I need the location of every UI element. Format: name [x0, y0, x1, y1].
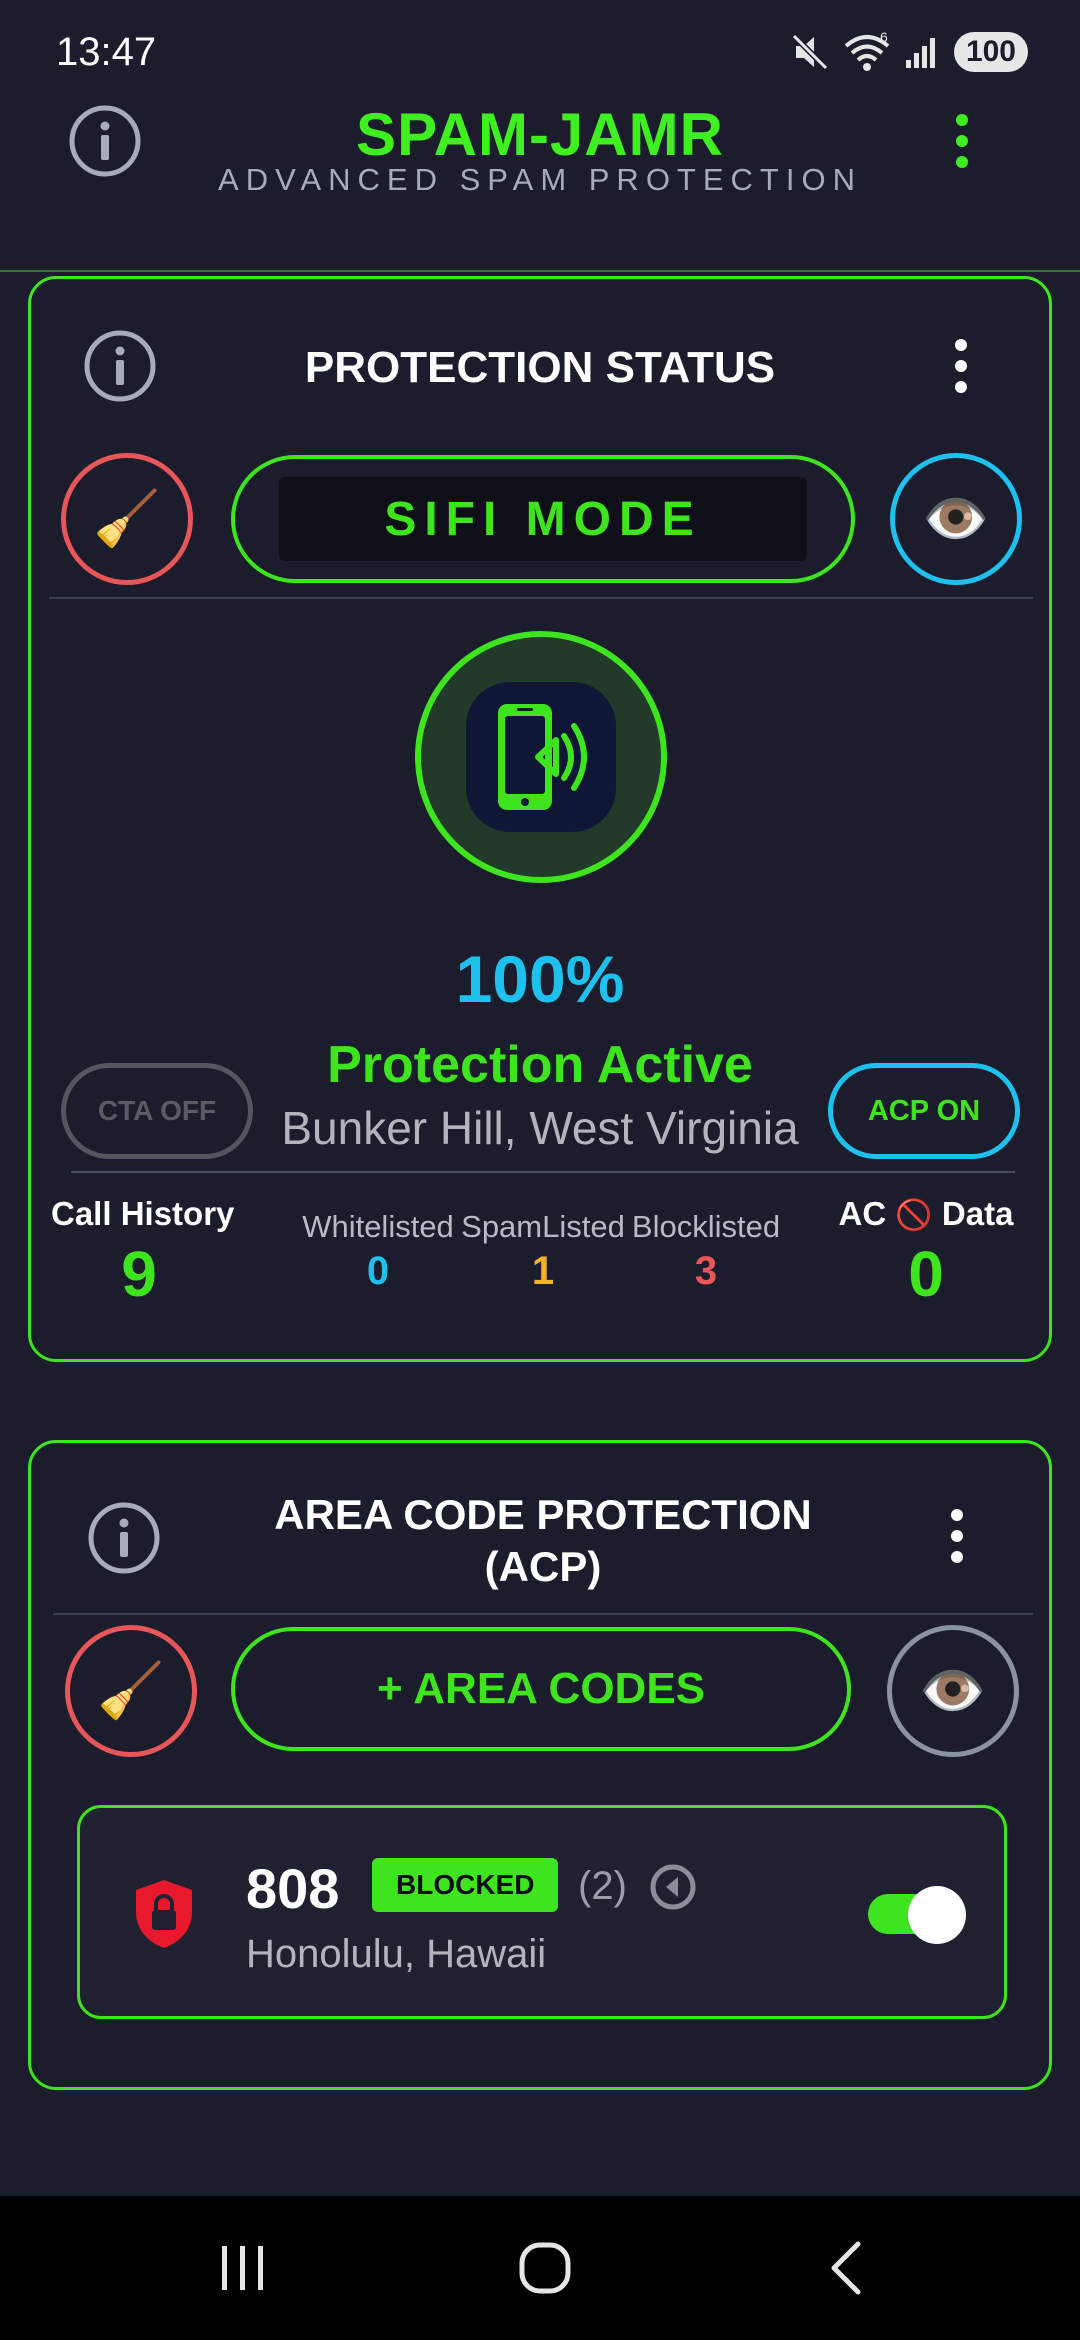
- network-superscript: 6: [880, 32, 888, 45]
- divider: [49, 597, 1033, 599]
- protection-more-icon[interactable]: [941, 331, 981, 401]
- recent-apps-icon[interactable]: [208, 2238, 278, 2298]
- stat-label: Whitelisted: [302, 1209, 454, 1244]
- stat-value: 0: [366, 1249, 390, 1293]
- protection-status-title: PROTECTION STATUS: [304, 343, 776, 392]
- cta-toggle-button[interactable]: CTA OFF: [61, 1063, 253, 1159]
- divider: [71, 1171, 1015, 1173]
- acp-toggle-button[interactable]: ACP ON: [828, 1063, 1020, 1159]
- stat-label: SpamListed: [461, 1209, 625, 1244]
- protection-percent: 100%: [455, 942, 625, 1016]
- play-back-icon[interactable]: [650, 1864, 696, 1910]
- acp-title-line2: (ACP): [484, 1543, 602, 1590]
- acp-title-line1: AREA CODE PROTECTION: [274, 1491, 812, 1538]
- stat-blocklisted[interactable]: Blocklisted 3: [631, 1209, 781, 1294]
- ac-label-suffix: Data: [941, 1195, 1014, 1232]
- status-icons: 6 100: [790, 32, 1028, 72]
- toggle-knob: [908, 1886, 966, 1944]
- stat-label: AC 🚫 Data: [831, 1195, 1021, 1233]
- system-nav-bar: [0, 2196, 1080, 2340]
- acp-title: AREA CODE PROTECTION (ACP): [241, 1489, 845, 1593]
- protection-status-card: PROTECTION STATUS 🧹 SIFI MODE 👁️ 100% Pr…: [28, 276, 1052, 1362]
- mute-icon: [791, 33, 829, 71]
- eye-icon: 👁️: [922, 488, 990, 549]
- area-code-city: Honolulu, Hawaii: [246, 1932, 547, 1976]
- home-icon[interactable]: [510, 2238, 580, 2298]
- stat-spamlisted[interactable]: SpamListed 1: [461, 1209, 625, 1294]
- app-header: SPAM-JAMR ADVANCED SPAM PROTECTION: [0, 100, 1080, 272]
- area-code-item[interactable]: 808 BLOCKED (2) Honolulu, Hawaii: [77, 1805, 1007, 2019]
- stat-value: 1: [531, 1249, 555, 1293]
- stat-whitelisted[interactable]: Whitelisted 0: [293, 1209, 463, 1294]
- stat-value: 0: [908, 1238, 944, 1310]
- stat-value: 3: [694, 1249, 718, 1293]
- divider: [53, 1613, 1033, 1615]
- prohibited-icon: 🚫: [895, 1199, 933, 1232]
- app-title: SPAM-JAMR: [356, 101, 724, 168]
- area-code-protection-card: AREA CODE PROTECTION (ACP) 🧹 + AREA CODE…: [28, 1440, 1052, 2090]
- stat-ac-data[interactable]: AC 🚫 Data 0: [831, 1195, 1021, 1311]
- acp-view-eye-button[interactable]: 👁️: [887, 1625, 1019, 1757]
- clear-broom-button[interactable]: 🧹: [61, 453, 193, 585]
- stat-label: Blocklisted: [631, 1209, 781, 1244]
- status-badge: BLOCKED: [372, 1858, 559, 1912]
- block-count: (2): [578, 1864, 627, 1908]
- sifi-mode-label: SIFI MODE: [279, 477, 807, 561]
- status-bar: 13:47 6 100: [0, 0, 1080, 100]
- stat-label: Call History: [51, 1195, 235, 1232]
- phone-wave-icon: [466, 682, 616, 832]
- area-code-number: 808: [246, 1857, 340, 1920]
- acp-clear-broom-button[interactable]: 🧹: [65, 1625, 197, 1757]
- acp-info-icon[interactable]: [87, 1501, 161, 1575]
- ac-label-prefix: AC: [838, 1195, 887, 1232]
- battery-indicator: 100: [953, 32, 1028, 72]
- signal-icon: [905, 38, 935, 68]
- area-code-toggle[interactable]: [864, 1886, 966, 1944]
- broom-icon: 🧹: [97, 1660, 165, 1721]
- shield-lock-icon: [136, 1880, 192, 1948]
- sifi-mode-button[interactable]: SIFI MODE: [231, 455, 855, 583]
- acp-more-icon[interactable]: [937, 1501, 977, 1571]
- stat-value: 9: [121, 1238, 157, 1310]
- eye-icon: 👁️: [919, 1660, 987, 1721]
- protection-shield-button[interactable]: [415, 631, 667, 883]
- more-options-icon[interactable]: [942, 106, 982, 176]
- stat-call-history[interactable]: Call History 9: [51, 1195, 235, 1311]
- view-eye-button[interactable]: 👁️: [890, 453, 1022, 585]
- add-area-codes-button[interactable]: + AREA CODES: [231, 1627, 851, 1751]
- back-icon[interactable]: [812, 2238, 882, 2298]
- wifi-icon: 6: [844, 32, 890, 71]
- app-subtitle: ADVANCED SPAM PROTECTION: [218, 162, 862, 197]
- status-time: 13:47: [56, 30, 157, 74]
- broom-icon: 🧹: [93, 488, 161, 549]
